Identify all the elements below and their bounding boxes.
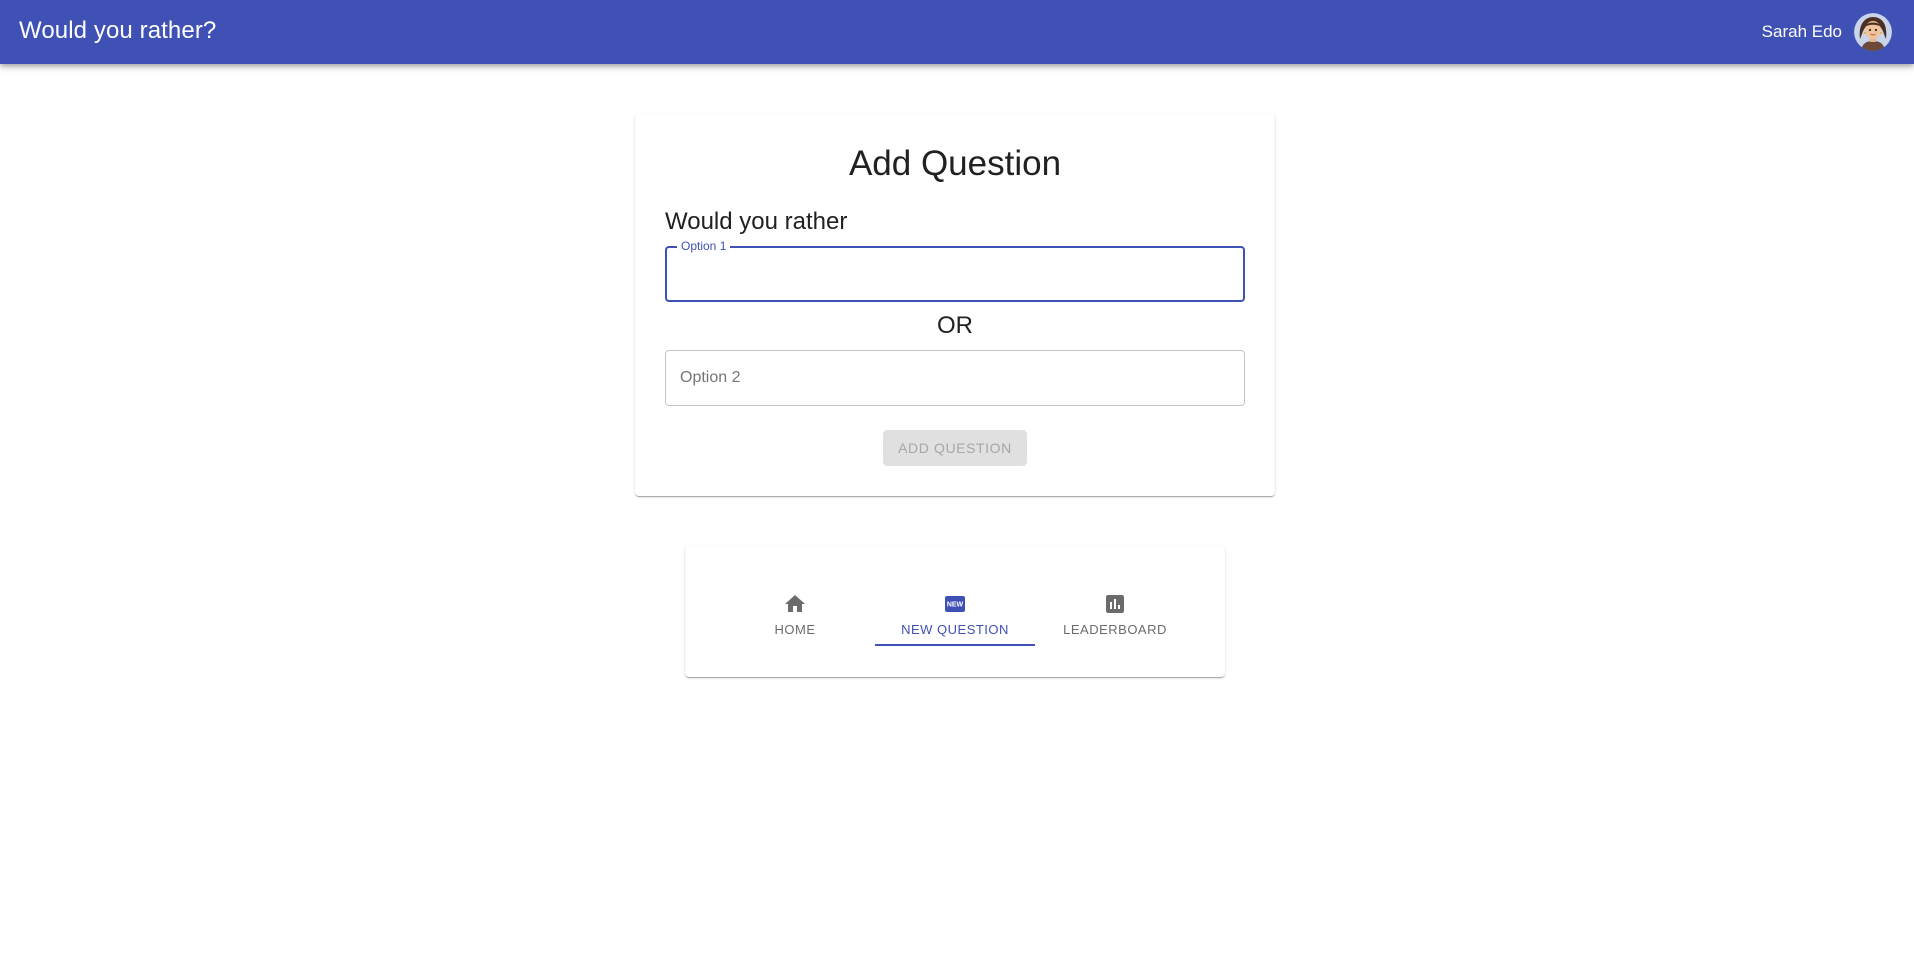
new-badge-icon: NEW (945, 596, 965, 612)
svg-text:NEW: NEW (947, 602, 964, 609)
option-1-field[interactable]: Option 1 (665, 239, 1245, 302)
add-question-card: Add Question Would you rather Option 1 O… (635, 114, 1275, 496)
question-prompt: Would you rather (665, 208, 848, 235)
or-separator: OR (937, 312, 973, 339)
nav-tabs: HOME NEW NEW QUESTION LEADERBOARD (685, 546, 1225, 677)
tab-leaderboard[interactable]: LEADERBOARD (1035, 584, 1195, 656)
active-tab-indicator (875, 644, 1035, 646)
tab-leaderboard-label: LEADERBOARD (1063, 622, 1167, 637)
user-name: Sarah Edo (1761, 22, 1842, 41)
user-avatar-icon[interactable] (1854, 13, 1892, 51)
app-title: Would you rather? (19, 17, 217, 44)
card-title: Add Question (848, 144, 1062, 183)
leaderboard-icon (1106, 595, 1124, 613)
app-bar: Would you rather? Sarah Edo (0, 0, 1914, 64)
tab-new-question-label: NEW QUESTION (901, 622, 1009, 637)
option-2-field[interactable] (665, 350, 1245, 406)
home-icon (785, 595, 805, 612)
add-question-button[interactable]: ADD QUESTION (883, 430, 1027, 466)
tab-home[interactable]: HOME (715, 584, 875, 656)
tab-home-label: HOME (774, 622, 816, 637)
option-2-input[interactable] (666, 351, 1244, 405)
option-1-input[interactable] (667, 248, 1243, 300)
